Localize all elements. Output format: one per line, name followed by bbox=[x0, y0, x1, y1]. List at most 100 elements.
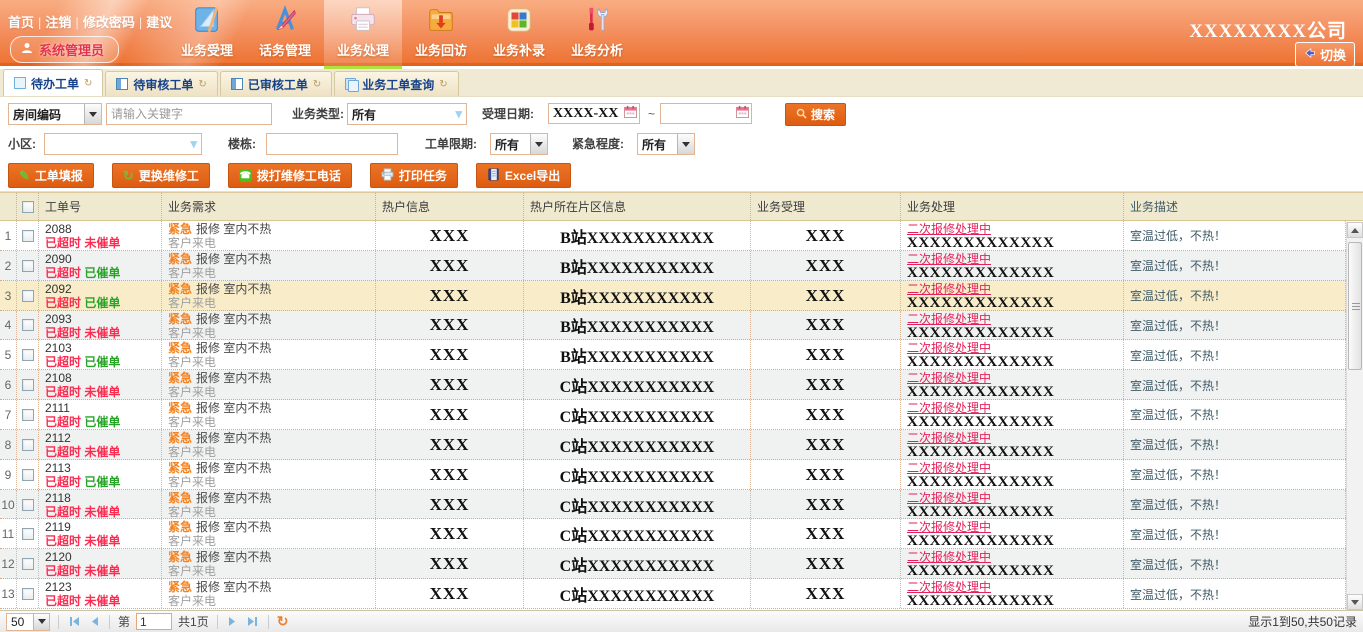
tab-reviewed-orders[interactable]: 已审核工单 ↻ bbox=[220, 71, 332, 96]
row-checkbox[interactable] bbox=[22, 349, 34, 361]
tab-refresh-icon[interactable]: ↻ bbox=[313, 79, 321, 90]
process-cell: 二次报修处理中 XXXXXXXXXXXXX bbox=[901, 400, 1124, 429]
table-row[interactable]: 2 2090 已超时 已催单 紧急报修 室内不热 客户来电 XXX B站XXXX… bbox=[0, 251, 1346, 281]
row-checkbox[interactable] bbox=[22, 558, 34, 570]
search-button[interactable]: 搜索 bbox=[785, 103, 846, 126]
header-order-id[interactable]: 工单号 bbox=[39, 193, 162, 220]
header-accept[interactable]: 业务受理 bbox=[751, 193, 901, 220]
scrollbar-thumb[interactable] bbox=[1348, 242, 1362, 370]
first-page-button[interactable] bbox=[67, 615, 81, 629]
row-checkbox[interactable] bbox=[22, 439, 34, 451]
nav-item-business-process[interactable]: 业务处理 bbox=[324, 0, 402, 66]
process-status-link[interactable]: 二次报修处理中 bbox=[907, 312, 1123, 326]
nav-item-business-analysis[interactable]: 业务分析 bbox=[558, 0, 636, 66]
refresh-icon[interactable]: ↻ bbox=[277, 613, 289, 630]
business-type-select[interactable]: 所有 ▾ bbox=[347, 103, 467, 125]
tab-order-query[interactable]: 业务工单查询 ↻ bbox=[334, 71, 458, 96]
process-status-link[interactable]: 二次报修处理中 bbox=[907, 401, 1123, 415]
tab-refresh-icon[interactable]: ↻ bbox=[84, 78, 92, 89]
last-page-button[interactable] bbox=[246, 615, 260, 629]
switch-button[interactable]: 切换 bbox=[1295, 42, 1355, 67]
process-status-link[interactable]: 二次报修处理中 bbox=[907, 371, 1123, 385]
calendar-icon[interactable] bbox=[624, 106, 637, 121]
link-home[interactable]: 首页 bbox=[8, 15, 34, 30]
row-checkbox-cell bbox=[17, 370, 39, 399]
field-select[interactable]: 房间编码 bbox=[8, 103, 102, 125]
date-to-input[interactable] bbox=[660, 103, 752, 124]
change-worker-button[interactable]: ↻ 更换维修工 bbox=[112, 163, 210, 188]
row-checkbox[interactable] bbox=[22, 588, 34, 600]
table-row[interactable]: 9 2113 已超时 已催单 紧急报修 室内不热 客户来电 XXX C站XXXX… bbox=[0, 460, 1346, 490]
table-row[interactable]: 4 2093 已超时 未催单 紧急报修 室内不热 客户来电 XXX B站XXXX… bbox=[0, 311, 1346, 341]
tab-refresh-icon[interactable]: ↻ bbox=[439, 79, 447, 90]
process-status-link[interactable]: 二次报修处理中 bbox=[907, 431, 1123, 445]
timeout-status: 已超时 bbox=[45, 564, 81, 578]
process-status-link[interactable]: 二次报修处理中 bbox=[907, 461, 1123, 475]
header-area-info[interactable]: 热户所在片区信息 bbox=[524, 193, 751, 220]
urgency-badge: 紧急 bbox=[168, 550, 192, 564]
row-checkbox[interactable] bbox=[22, 379, 34, 391]
table-row[interactable]: 8 2112 已超时 未催单 紧急报修 室内不热 客户来电 XXX C站XXXX… bbox=[0, 430, 1346, 460]
scroll-up-button[interactable] bbox=[1347, 222, 1363, 238]
community-label: 小区: bbox=[8, 133, 36, 155]
row-checkbox[interactable] bbox=[22, 230, 34, 242]
process-status-link[interactable]: 二次报修处理中 bbox=[907, 520, 1123, 534]
process-status-link[interactable]: 二次报修处理中 bbox=[907, 580, 1123, 594]
table-row[interactable]: 13 2123 已超时 未催单 紧急报修 室内不热 客户来电 XXX C站XXX… bbox=[0, 579, 1346, 609]
calendar-icon[interactable] bbox=[736, 106, 749, 121]
page-size-select[interactable]: 50 bbox=[6, 613, 50, 631]
call-worker-button[interactable]: ☎ 拨打维修工电话 bbox=[228, 163, 352, 188]
prev-page-button[interactable] bbox=[87, 615, 101, 629]
scroll-down-button[interactable] bbox=[1347, 594, 1363, 610]
community-select[interactable]: ▾ bbox=[44, 133, 202, 155]
excel-export-button[interactable]: Excel导出 bbox=[476, 163, 571, 188]
row-checkbox[interactable] bbox=[22, 528, 34, 540]
select-all-checkbox[interactable] bbox=[22, 201, 34, 213]
next-page-button[interactable] bbox=[226, 615, 240, 629]
table-row[interactable]: 10 2118 已超时 未催单 紧急报修 室内不热 客户来电 XXX C站XXX… bbox=[0, 490, 1346, 520]
process-status-link[interactable]: 二次报修处理中 bbox=[907, 550, 1123, 564]
table-row[interactable]: 11 2119 已超时 未催单 紧急报修 室内不热 客户来电 XXX C站XXX… bbox=[0, 519, 1346, 549]
fill-order-button[interactable]: ✎ 工单填报 bbox=[8, 163, 94, 188]
page-number-input[interactable] bbox=[136, 613, 172, 630]
urgency-select[interactable]: 所有 bbox=[637, 133, 695, 155]
row-checkbox[interactable] bbox=[22, 319, 34, 331]
link-change-password[interactable]: 修改密码 bbox=[83, 15, 135, 30]
row-checkbox[interactable] bbox=[22, 260, 34, 272]
vertical-scrollbar[interactable] bbox=[1346, 222, 1363, 610]
process-status-link[interactable]: 二次报修处理中 bbox=[907, 341, 1123, 355]
table-row[interactable]: 3 2092 已超时 已催单 紧急报修 室内不热 客户来电 XXX B站XXXX… bbox=[0, 281, 1346, 311]
deadline-select[interactable]: 所有 bbox=[490, 133, 548, 155]
row-checkbox[interactable] bbox=[22, 469, 34, 481]
tab-pending-orders[interactable]: 待办工单 ↻ bbox=[3, 69, 103, 96]
header-process[interactable]: 业务处理 bbox=[901, 193, 1124, 220]
row-checkbox[interactable] bbox=[22, 499, 34, 511]
process-status-link[interactable]: 二次报修处理中 bbox=[907, 222, 1123, 236]
process-status-link[interactable]: 二次报修处理中 bbox=[907, 252, 1123, 266]
header-demand[interactable]: 业务需求 bbox=[162, 193, 376, 220]
keyword-input[interactable] bbox=[106, 103, 272, 125]
tab-pending-review-orders[interactable]: 待审核工单 ↻ bbox=[105, 71, 217, 96]
header-heat-info[interactable]: 热户信息 bbox=[376, 193, 524, 220]
table-row[interactable]: 5 2103 已超时 已催单 紧急报修 室内不热 客户来电 XXX B站XXXX… bbox=[0, 340, 1346, 370]
process-status-link[interactable]: 二次报修处理中 bbox=[907, 282, 1123, 296]
link-logout[interactable]: 注销 bbox=[45, 15, 71, 30]
tab-refresh-icon[interactable]: ↻ bbox=[198, 79, 206, 90]
process-status-link[interactable]: 二次报修处理中 bbox=[907, 491, 1123, 505]
nav-item-call-management[interactable]: 话务管理 bbox=[246, 0, 324, 66]
building-input[interactable] bbox=[266, 133, 398, 155]
nav-item-business-followup[interactable]: 业务回访 bbox=[402, 0, 480, 66]
print-task-button[interactable]: 打印任务 bbox=[370, 163, 458, 188]
heat-info: XXX bbox=[376, 311, 524, 340]
table-row[interactable]: 1 2088 已超时 未催单 紧急报修 室内不热 客户来电 XXX B站XXXX… bbox=[0, 221, 1346, 251]
row-checkbox[interactable] bbox=[22, 409, 34, 421]
row-checkbox[interactable] bbox=[22, 290, 34, 302]
dropdown-arrow-icon bbox=[530, 134, 547, 154]
table-row[interactable]: 7 2111 已超时 已催单 紧急报修 室内不热 客户来电 XXX C站XXXX… bbox=[0, 400, 1346, 430]
date-from-input[interactable]: XXXX-XX bbox=[548, 103, 640, 124]
nav-item-business-supplement[interactable]: 业务补录 bbox=[480, 0, 558, 66]
nav-item-business-accept[interactable]: 业务受理 bbox=[168, 0, 246, 66]
table-row[interactable]: 6 2108 已超时 未催单 紧急报修 室内不热 客户来电 XXX C站XXXX… bbox=[0, 370, 1346, 400]
table-row[interactable]: 12 2120 已超时 未催单 紧急报修 室内不热 客户来电 XXX C站XXX… bbox=[0, 549, 1346, 579]
header-description[interactable]: 业务描述 bbox=[1124, 193, 1363, 220]
